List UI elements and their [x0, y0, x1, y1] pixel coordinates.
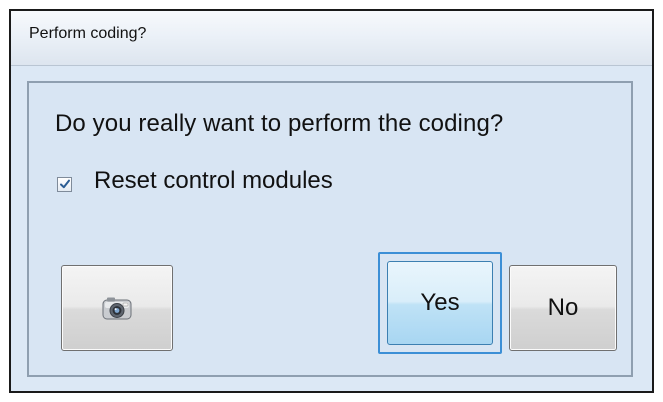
- yes-button[interactable]: Yes: [378, 252, 502, 354]
- window-title: Perform coding?: [29, 25, 147, 42]
- yes-button-face[interactable]: Yes: [387, 261, 493, 345]
- reset-modules-checkbox[interactable]: [57, 176, 72, 192]
- camera-icon: [102, 297, 132, 320]
- screenshot-button[interactable]: [61, 265, 173, 351]
- question-text: Do you really want to perform the coding…: [55, 110, 504, 137]
- dialog-content: Do you really want to perform the coding…: [27, 81, 633, 377]
- dialog-window: Perform coding? Do you really want to pe…: [9, 9, 654, 393]
- reset-modules-option[interactable]: Reset control modules: [57, 161, 333, 201]
- yes-button-label: Yes: [420, 289, 460, 316]
- reset-modules-label: Reset control modules: [94, 167, 333, 194]
- title-bar[interactable]: Perform coding?: [11, 11, 652, 66]
- checkmark-icon: [59, 179, 70, 189]
- no-button-label: No: [547, 294, 579, 321]
- no-button[interactable]: No: [509, 265, 617, 351]
